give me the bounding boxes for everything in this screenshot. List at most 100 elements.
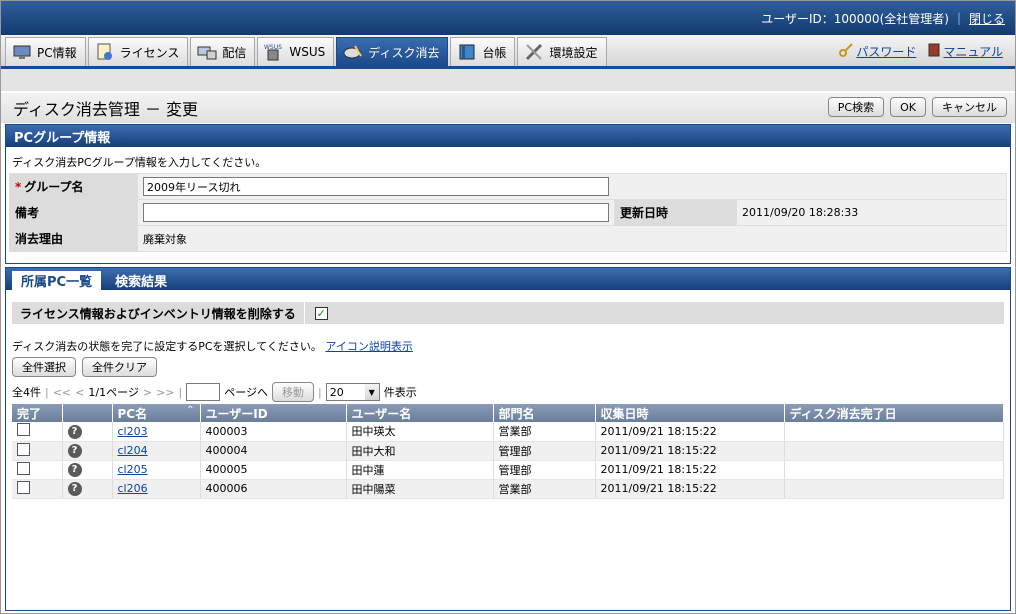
tab-pc-info[interactable]: PC情報 — [5, 37, 86, 66]
manual-label: マニュアル — [943, 45, 1003, 59]
group-info-header: PCグループ情報 — [6, 125, 1010, 147]
col-status — [62, 404, 113, 422]
pc-name-cell: cl205 — [112, 460, 201, 480]
app-window: ユーザーID：100000(全社管理者) | 閉じる PC情報 ライセンス 配信… — [0, 0, 1016, 614]
delete-inventory-row: ライセンス情報およびインベントリ情報を削除する ✓ — [12, 302, 1004, 324]
status-cell: ? — [62, 422, 113, 442]
col-collected[interactable]: 収集日時 — [595, 404, 785, 422]
user-id-cell: 400004 — [200, 441, 347, 461]
group-info-form: *グループ名 備考 更新日時 2011/09/20 18:28:33 消去理由 … — [9, 173, 1007, 252]
key-icon — [839, 43, 854, 60]
completed-cell — [784, 422, 1004, 442]
license-icon — [95, 43, 115, 61]
last-page-link[interactable]: >> — [156, 386, 174, 399]
logout-link[interactable]: 閉じる — [969, 10, 1005, 27]
icon-help-link[interactable]: アイコン説明表示 — [325, 340, 412, 353]
notes-input[interactable] — [143, 203, 609, 222]
page-number-input[interactable] — [186, 383, 221, 401]
pc-search-button[interactable]: PC検索 — [827, 97, 885, 117]
pc-name-link[interactable]: cl206 — [118, 482, 148, 495]
question-icon: ? — [67, 462, 82, 477]
pc-name-link[interactable]: cl205 — [118, 463, 148, 476]
question-icon: ? — [67, 481, 82, 496]
pc-name-link[interactable]: cl203 — [118, 425, 148, 438]
goto-label: ページへ — [224, 386, 269, 399]
delete-inventory-checkbox[interactable]: ✓ — [314, 306, 328, 320]
user-id-cell: 400005 — [200, 460, 347, 480]
notes-cell — [137, 199, 615, 226]
updated-value: 2011/09/20 18:28:33 — [736, 199, 1007, 226]
dept-cell: 管理部 — [493, 441, 596, 461]
group-info-intro: ディスク消去PCグループ情報を入力してください。 — [12, 156, 267, 169]
tab-distribution[interactable]: 配信 — [190, 37, 256, 66]
delete-inventory-cell: ✓ — [305, 306, 328, 320]
tab-ledger[interactable]: 台帳 — [450, 37, 516, 66]
col-user-id[interactable]: ユーザーID — [200, 404, 347, 422]
pc-table: 完了 PC名 ⌃ ユーザーID ユーザー名 部門名 収集日時 ディスク消去完了日 — [12, 404, 1004, 499]
member-list-panel: 所属PC一覧 検索結果 ライセンス情報およびインベントリ情報を削除する ✓ ディ… — [5, 267, 1011, 611]
first-page-link[interactable]: << — [53, 386, 71, 399]
prev-page-link[interactable]: < — [75, 386, 84, 399]
tab-member-pcs[interactable]: 所属PC一覧 — [12, 271, 102, 290]
total-count: 全4件 — [12, 386, 41, 399]
pager-divider: | — [178, 385, 183, 399]
page-title-bar: ディスク消去管理 － 変更 PC検索 OK キャンセル — [1, 93, 1015, 123]
nav-utilities: パスワード マニュアル — [839, 43, 1003, 60]
ok-button[interactable]: OK — [890, 97, 926, 117]
tab-label: WSUS — [289, 45, 326, 59]
col-done: 完了 — [12, 404, 63, 422]
done-checkbox[interactable] — [17, 480, 30, 494]
completed-cell — [784, 441, 1004, 461]
settings-icon — [524, 43, 544, 61]
user-name-cell: 田中蓮 — [346, 460, 494, 480]
delete-inventory-label: ライセンス情報およびインベントリ情報を削除する — [12, 302, 305, 324]
group-name-input[interactable] — [143, 177, 609, 196]
cancel-button[interactable]: キャンセル — [932, 97, 1007, 117]
collected-cell: 2011/09/21 18:15:22 — [595, 460, 785, 480]
group-name-label: グループ名 — [24, 180, 84, 194]
list-tabbar: 所属PC一覧 検索結果 — [6, 268, 1010, 290]
chevron-down-icon: ▼ — [364, 384, 379, 400]
per-page-select[interactable]: 20 ▼ — [325, 383, 380, 401]
tab-settings[interactable]: 環境設定 — [517, 37, 607, 66]
tab-disk-erase[interactable]: ディスク消去 — [336, 37, 449, 66]
tab-label: 台帳 — [482, 45, 507, 60]
question-icon: ? — [67, 424, 82, 439]
password-link[interactable]: パスワード — [839, 43, 916, 60]
pc-name-cell: cl204 — [112, 441, 201, 461]
table-row: ? cl204 400004 田中大和 管理部 2011/09/21 18:15… — [12, 441, 1004, 461]
pc-name-cell: cl203 — [112, 422, 201, 442]
select-all-button[interactable]: 全件選択 — [12, 357, 76, 377]
manual-link[interactable]: マニュアル — [928, 43, 1003, 60]
clear-all-button[interactable]: 全件クリア — [82, 357, 157, 377]
done-checkbox[interactable] — [17, 442, 30, 456]
dept-cell: 営業部 — [493, 422, 596, 442]
col-user-name[interactable]: ユーザー名 — [346, 404, 494, 422]
tab-search-results[interactable]: 検索結果 — [107, 271, 175, 290]
tab-license[interactable]: ライセンス — [87, 37, 189, 66]
top-header: ユーザーID：100000(全社管理者) | 閉じる — [1, 1, 1015, 35]
table-row: ? cl203 400003 田中瑛太 営業部 2011/09/21 18:15… — [12, 422, 1004, 442]
col-erase-completed[interactable]: ディスク消去完了日 — [784, 404, 1004, 422]
pc-name-link[interactable]: cl204 — [118, 444, 148, 457]
done-checkbox[interactable] — [17, 423, 30, 437]
tab-wsus[interactable]: WSUS WSUS — [257, 37, 335, 66]
tab-label: PC情報 — [37, 45, 77, 60]
tab-label: 環境設定 — [549, 45, 598, 60]
status-cell: ? — [62, 460, 113, 480]
user-name-cell: 田中大和 — [346, 441, 494, 461]
per-page-suffix: 件表示 — [383, 386, 417, 399]
collected-cell: 2011/09/21 18:15:22 — [595, 479, 785, 499]
pager-divider: | — [45, 385, 49, 399]
group-info-panel: PCグループ情報 ディスク消去PCグループ情報を入力してください。 * グループ名… — [5, 124, 1011, 264]
next-page-link[interactable]: > — [143, 386, 152, 399]
completed-cell — [784, 479, 1004, 499]
col-dept[interactable]: 部門名 — [493, 404, 596, 422]
done-checkbox[interactable] — [17, 461, 30, 475]
page-title: ディスク消去管理 － 変更 — [13, 100, 199, 119]
pc-info-icon — [12, 43, 32, 61]
distribution-icon — [197, 43, 217, 61]
table-header-row: 完了 PC名 ⌃ ユーザーID ユーザー名 部門名 収集日時 ディスク消去完了日 — [12, 404, 1004, 422]
move-button[interactable]: 移動 — [272, 382, 315, 402]
col-pc-name[interactable]: PC名 ⌃ — [112, 404, 201, 422]
